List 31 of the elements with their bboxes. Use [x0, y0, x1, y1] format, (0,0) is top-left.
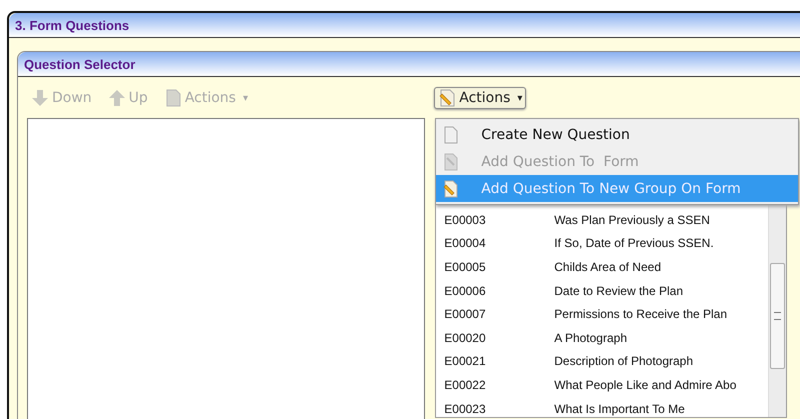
pencil-document-icon [438, 89, 456, 107]
menu-item[interactable]: Create New Question [436, 121, 798, 148]
document-icon [443, 126, 460, 144]
document-icon [164, 89, 182, 107]
pencil-document-icon [443, 180, 460, 198]
question-title: A Photograph [554, 330, 627, 345]
question-code: E00003 [444, 212, 487, 227]
question-code: E00006 [444, 284, 487, 298]
panel-title: 3. Form Questions [15, 18, 130, 32]
scrollbar-thumb[interactable] [770, 263, 786, 369]
down-arrow-icon [31, 89, 49, 107]
question-title: Childs Area of Need [554, 260, 661, 274]
question-title: Permissions to Receive the Plan [554, 307, 728, 322]
menu-item[interactable]: Add Question To New Group On Form [436, 175, 798, 202]
up-arrow-icon [108, 89, 126, 107]
question-title: What People Like and Admire Abo [554, 378, 736, 392]
question-title: What Is Important To Me [554, 402, 685, 416]
actions-button[interactable]: Actions ▾ [434, 87, 526, 109]
selector-title: Question Selector [24, 56, 136, 72]
question-code: E00022 [444, 378, 487, 392]
question-title: Was Plan Previously a SSEN [554, 212, 710, 227]
question-code: E00020 [444, 330, 487, 345]
question-title: Description of Photograph [554, 354, 694, 368]
question-title: If So, Date of Previous SSEN. [554, 236, 714, 250]
question-code: E00005 [444, 260, 487, 274]
document-icon [443, 152, 460, 170]
question-title: Date to Review the Plan [554, 284, 684, 298]
question-code: E00007 [444, 307, 487, 322]
question-code: E00021 [444, 354, 487, 368]
question-code: E00004 [444, 236, 487, 250]
question-code: E00023 [444, 402, 487, 416]
